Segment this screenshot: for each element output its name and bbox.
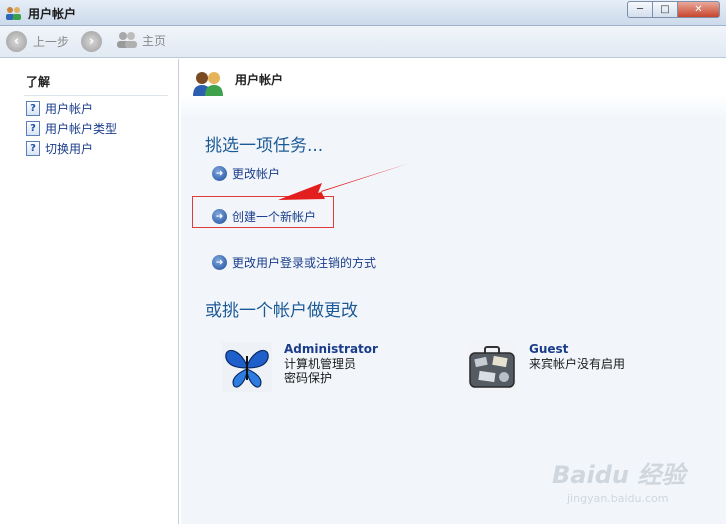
title-bar: 用户帐户 ─ □ ✕ [0,0,726,26]
sidebar-heading: 了解 [26,75,51,89]
account-status: 来宾帐户没有启用 [529,357,626,371]
user-accounts-icon [193,72,223,96]
account-name: Administrator [284,342,378,356]
window-controls: ─ □ ✕ [627,1,720,18]
task-change-logon-method[interactable]: ➜ 更改用户登录或注销的方式 [212,254,376,271]
sidebar-item-switch-user[interactable]: ? 切换用户 [26,140,93,157]
butterfly-icon [222,342,272,392]
minimize-button[interactable]: ─ [627,1,653,18]
account-type: 计算机管理员 [284,357,357,371]
users-icon [6,7,21,20]
back-button[interactable]: ‹ 上一步 [6,31,69,52]
pick-task-heading: 挑选一项任务... [205,136,324,156]
divider [24,95,168,96]
home-users-icon [117,32,137,48]
account-password-status: 密码保护 [284,371,333,385]
help-icon: ? [26,141,40,156]
sidebar: 了解 ? 用户帐户 ? 用户帐户类型 ? 切换用户 [0,59,179,524]
sidebar-item-user-accounts[interactable]: ? 用户帐户 [26,100,93,117]
page-title: 用户帐户 [235,73,284,87]
baidu-watermark-logo: Baidu 经验 [552,461,686,489]
sidebar-item-label: 用户帐户类型 [45,122,118,136]
sidebar-item-label: 切换用户 [45,142,94,156]
task-label: 更改帐户 [232,167,281,181]
suitcase-icon [467,342,517,392]
arrow-right-icon: ➜ [212,255,227,270]
help-icon: ? [26,121,40,136]
account-guest[interactable]: Guest 来宾帐户没有启用 [467,342,625,392]
sidebar-item-label: 用户帐户 [45,102,94,116]
arrow-right-icon: ➜ [212,166,227,181]
forward-arrow-icon: › [81,31,102,52]
home-button[interactable]: 主页 [116,31,166,49]
home-label: 主页 [142,33,167,48]
help-icon: ? [26,101,40,116]
baidu-watermark-url: jingyan.baidu.com [567,492,669,505]
forward-button[interactable]: › [81,31,102,52]
sidebar-item-account-types[interactable]: ? 用户帐户类型 [26,120,117,137]
account-name: Guest [529,342,569,356]
account-administrator[interactable]: Administrator 计算机管理员 密码保护 [222,342,378,392]
task-label: 创建一个新帐户 [232,210,317,224]
arrow-right-icon: ➜ [212,209,227,224]
back-arrow-icon: ‹ [6,31,27,52]
toolbar: ‹ 上一步 › 主页 [0,26,726,58]
window-title: 用户帐户 [28,7,77,21]
pick-account-heading: 或挑一个帐户做更改 [205,301,358,321]
task-label: 更改用户登录或注销的方式 [232,256,377,270]
task-create-new-account[interactable]: ➜ 创建一个新帐户 [212,208,316,225]
maximize-button[interactable]: □ [652,1,678,18]
task-change-account[interactable]: ➜ 更改帐户 [212,165,280,182]
back-label: 上一步 [33,35,70,49]
close-button[interactable]: ✕ [677,1,720,18]
